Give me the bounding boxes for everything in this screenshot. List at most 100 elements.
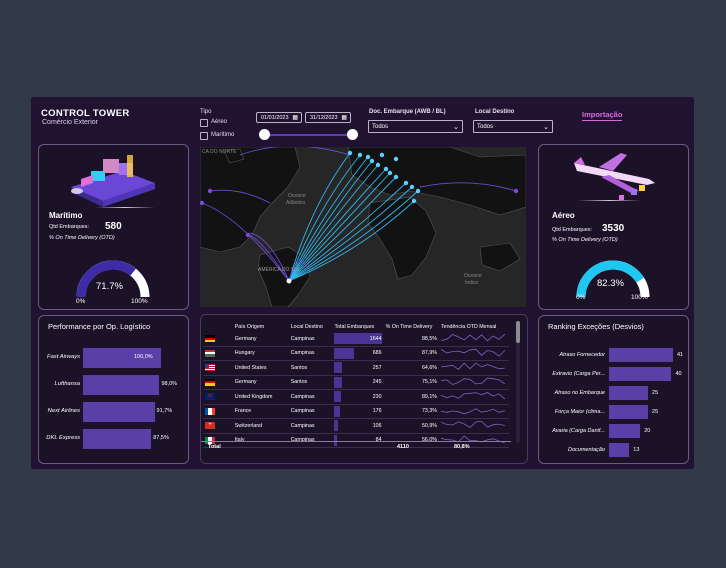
total-embarques: 4110 [397,444,409,450]
ranking-bar[interactable] [609,348,673,362]
flag-uk-icon: ✕ [205,393,215,401]
map-label-south: AMÉRICA DO SUL [258,267,301,273]
performance-item-label: DKL Express [46,435,80,441]
world-map[interactable]: CA DO NORTE Oceano Atlântico AMÉRICA DO … [200,147,526,307]
maritimo-gauge-max: 100% [131,298,148,305]
performance-bar[interactable] [83,375,160,395]
performance-bar-value: 87,5% [153,435,169,441]
total-value: 257 [372,364,382,371]
table-row[interactable]: ✕ United Kingdom Campinas 230 89,1% [203,389,509,405]
ranking-bar[interactable] [609,367,672,381]
ranking-bar-value: 25 [652,390,659,396]
flag-cell [203,404,233,419]
table-row[interactable]: Germany Santos 245 75,1% [203,375,509,390]
ranking-item-label: Extravio (Carga Per... [552,371,605,377]
trend-sparkline [440,362,505,371]
shipments-table-card: País Origem Local Destino Total Embarque… [200,314,528,464]
map-label-indian-2: Índico [465,280,479,286]
maritimo-title: Marítimo [49,211,83,220]
pais-cell: Germany [232,375,289,390]
total-cell: 257 [332,360,384,376]
trend-cell [439,418,509,434]
total-otd: 80,8% [454,444,470,450]
local-destino-dropdown[interactable]: Todos ⌄ [473,120,553,133]
local-cell: Campinas [288,389,333,405]
maritimo-checkbox[interactable] [200,132,208,140]
otd-cell: 73,3% [383,404,439,419]
ranking-title: Ranking Exceções (Desvios) [548,322,644,331]
performance-bar-value: 98,0% [161,381,178,387]
ranking-bar[interactable] [609,405,648,419]
column-header[interactable]: Total Embarques [332,321,383,332]
total-value: 176 [372,408,382,415]
aereo-checkbox[interactable] [200,119,208,127]
divider [95,207,155,208]
total-cell: 1644 [332,332,384,347]
map-label-indian-1: Oceano [464,273,482,279]
performance-bar[interactable] [83,429,152,449]
flag-usa-icon [205,364,215,372]
otd-cell: 89,1% [383,389,439,405]
ranking-bar[interactable] [609,424,641,438]
otd-cell: 87,9% [383,346,439,361]
total-data-bar [334,347,355,359]
date-slider-start-handle[interactable] [259,129,270,140]
ranking-card: Ranking Exceções (Desvios) Atraso Fornec… [538,315,689,464]
total-label: Total [208,444,221,450]
otd-cell: 50,9% [383,418,439,434]
calendar-icon: ▦ [292,115,298,121]
map-label-atlantic-2: Atlântico [286,200,306,206]
ranking-bar-value: 41 [677,352,684,358]
date-slider-end-handle[interactable] [347,129,358,140]
table-header-row: País Origem Local Destino Total Embarque… [203,321,509,332]
ranking-bar-value: 40 [675,371,682,377]
total-value: 1644 [369,335,382,342]
table-scrollbar[interactable] [516,321,520,443]
table-row[interactable]: + Switzerland Campinas 106 50,9% [203,418,509,434]
maritimo-qtd-label: Qtd Embarques: [49,224,90,230]
table-row[interactable]: United States Santos 257 64,6% [203,360,509,376]
otd-cell: 88,5% [383,332,439,347]
importacao-button[interactable]: Importação [582,110,623,121]
doc-embarque-dropdown[interactable]: Todos ⌄ [368,120,463,133]
total-cell: 686 [332,346,384,361]
maritimo-gauge-min: 0% [76,298,86,305]
ranking-bar[interactable] [609,386,648,400]
column-header[interactable]: País Origem [233,321,289,332]
local-cell: Campinas [288,346,333,361]
local-cell: Santos [288,375,333,390]
date-start-input[interactable]: 01/01/2023 ▦ [256,112,302,123]
aereo-qtd-label: Qtd Embarques: [552,227,593,233]
total-data-bar [334,362,342,373]
total-value: 230 [372,393,382,400]
otd-cell: 75,1% [383,375,439,390]
column-header[interactable]: % On Time Delivery [384,321,439,332]
maritimo-gauge [76,260,150,298]
column-header[interactable]: Local Destino [289,321,333,332]
total-divider [201,441,511,442]
column-header[interactable]: Tendência OTD Mensal [439,321,509,332]
table-row[interactable]: Hungary Campinas 686 87,9% [203,346,509,361]
ship-illustration [71,155,155,207]
performance-title: Performance por Op. Logístico [48,322,151,331]
ranking-bar[interactable] [609,443,630,457]
trend-sparkline [440,334,506,342]
trend-sparkline [440,408,505,414]
performance-bar[interactable] [83,402,155,422]
table-row[interactable]: Germany Campinas 1644 88,5% [203,332,509,347]
total-cell: 176 [332,404,384,419]
date-end-input[interactable]: 31/12/2023 ▦ [305,112,351,123]
trend-cell [439,375,509,390]
total-data-bar [334,405,340,417]
aereo-gauge-max: 100% [631,294,648,301]
total-data-bar [334,420,338,431]
ranking-item-label: Documentação [568,447,605,453]
chevron-down-icon: ⌄ [543,124,549,131]
trend-cell [439,389,509,405]
flag-hungary-icon [205,349,215,357]
scrollbar-thumb[interactable] [516,321,520,343]
table-row[interactable]: France Campinas 176 73,3% [203,404,509,419]
chevron-down-icon: ⌄ [453,124,459,131]
trend-sparkline [440,392,506,400]
trend-cell [439,346,509,361]
